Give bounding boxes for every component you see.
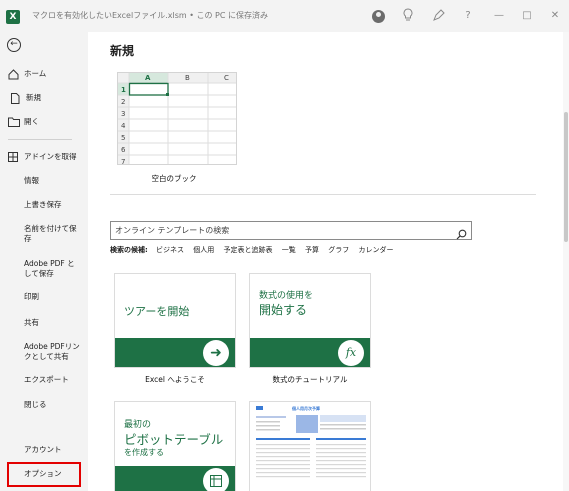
divider [8, 139, 72, 140]
template-label: Excel へようこそ [145, 375, 205, 384]
sidebar-item-label: アカウント [24, 445, 62, 454]
sidebar-item-label: 開く [24, 117, 39, 126]
row-header: 3 [121, 110, 126, 118]
suggestions-label: 検索の候補: [110, 246, 148, 254]
search-icon[interactable] [456, 225, 467, 240]
template-tile-text: 数式の使用を [259, 291, 314, 301]
close-button[interactable]: ✕ [547, 8, 563, 24]
template-personal-monthly-budget[interactable]: 個人用月次予算 [249, 401, 371, 491]
suggestion-link-business[interactable]: ビジネス [156, 246, 184, 254]
sidebar-item-label: 名前を付けて保存 [24, 224, 77, 243]
sidebar-item-label: 共有 [24, 318, 39, 327]
row-header: 6 [121, 146, 126, 154]
minimize-button[interactable]: — [491, 8, 507, 24]
back-arrow-icon[interactable]: ← [7, 38, 21, 52]
column-header-a: A [145, 74, 151, 82]
template-formula-tutorial[interactable]: 数式の使用を 開始する fx [249, 273, 371, 368]
excel-app-icon: X [6, 10, 20, 24]
template-tile-text: ピボットテーブル [124, 432, 224, 447]
template-tile-text: 開始する [259, 303, 308, 317]
sidebar-item-label: 新規 [26, 93, 41, 102]
blank-workbook-label: 空白のブック [151, 174, 197, 183]
sidebar-item-label: 閉じる [24, 400, 47, 409]
suggestion-link-planners-trackers[interactable]: 予定表と追跡表 [224, 246, 273, 254]
budget-thumbnail-graphic [256, 406, 366, 478]
help-icon[interactable]: ? [460, 8, 476, 24]
row-header: 5 [121, 134, 126, 142]
window-title: マクロを有効化したいExcelファイル.xlsm • この PC に保存済み [32, 11, 268, 20]
maximize-button[interactable]: □ [519, 8, 535, 24]
options-highlight-box [7, 462, 81, 487]
divider [110, 194, 536, 195]
title-bar: X マクロを有効化したいExcelファイル.xlsm • この PC に保存済み… [0, 0, 569, 32]
column-header-b: B [185, 74, 190, 82]
vertical-scrollbar[interactable] [563, 32, 569, 491]
sidebar-item-label: 情報 [24, 176, 39, 185]
row-header: 4 [121, 122, 126, 130]
folder-icon [8, 117, 20, 128]
backstage-sidebar: ← ホーム 新規 開く アドインを取得 情報 上書き保存 名前を付けて保存 Ad… [0, 32, 88, 491]
lightbulb-icon[interactable] [400, 8, 416, 24]
template-tile-text: 最初の [124, 420, 152, 430]
suggestion-link-budget[interactable]: 予算 [305, 246, 319, 254]
sidebar-item-label: 印刷 [24, 292, 39, 301]
template-search-box[interactable] [110, 221, 472, 240]
account-avatar-icon[interactable] [372, 10, 385, 23]
search-suggestions: 検索の候補: ビジネス 個人用 予定表と追跡表 一覧 予算 グラフ カレンダー [110, 245, 400, 255]
row-header: 2 [121, 98, 126, 106]
template-welcome-to-excel[interactable]: ツアーを開始 ➜ [114, 273, 236, 368]
pivot-table-icon [203, 468, 229, 491]
suggestion-link-lists[interactable]: 一覧 [282, 246, 296, 254]
suggestion-link-personal[interactable]: 個人用 [193, 246, 214, 254]
template-search-input[interactable] [115, 224, 445, 237]
blank-workbook-thumbnail[interactable]: A B C 1 2 3 4 5 6 7 [117, 72, 237, 165]
template-pivottable-tutorial[interactable]: 最初の ピボットテーブル を作成する [114, 401, 236, 491]
sidebar-item-label: Adobe PDFリンクとして共有 [24, 342, 80, 361]
sidebar-item-label: アドインを取得 [24, 152, 77, 161]
arrow-right-icon: ➜ [203, 340, 229, 366]
template-label: 数式のチュートリアル [272, 375, 348, 384]
page-title: 新規 [110, 44, 135, 58]
sidebar-item-label: エクスポート [24, 375, 69, 384]
suggestion-link-calendar[interactable]: カレンダー [358, 246, 393, 254]
sidebar-item-label: 上書き保存 [24, 200, 62, 209]
template-tile-text: ツアーを開始 [124, 305, 190, 318]
row-header: 7 [121, 158, 126, 165]
template-tile-text: を作成する [124, 448, 164, 457]
sidebar-item-label: Adobe PDF として保存 [24, 259, 75, 278]
scrollbar-thumb[interactable] [564, 112, 568, 242]
home-icon [8, 69, 20, 80]
grid-icon [8, 152, 20, 163]
coauthor-pen-icon[interactable] [431, 8, 447, 24]
row-header: 1 [121, 86, 126, 94]
function-fx-icon: fx [338, 340, 364, 366]
column-header-c: C [224, 74, 229, 82]
suggestion-link-charts[interactable]: グラフ [328, 246, 349, 254]
sidebar-item-label: ホーム [24, 69, 47, 78]
new-document-icon [10, 93, 22, 104]
